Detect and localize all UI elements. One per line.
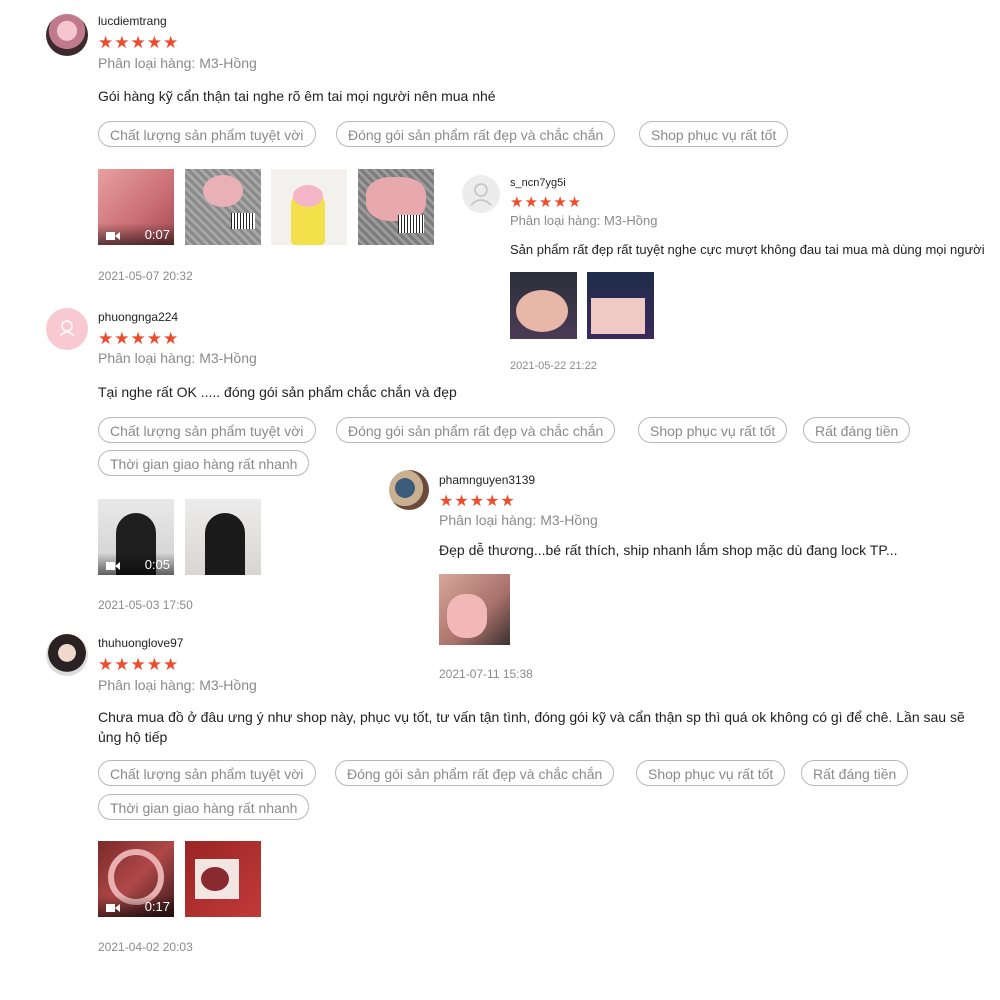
review-tag: Chất lượng sản phẩm tuyệt vời: [98, 760, 316, 786]
avatar-logo-icon: [59, 320, 75, 337]
review-image-thumbnail[interactable]: [185, 841, 261, 917]
headphone-shape: [201, 867, 229, 891]
review-video-thumbnail[interactable]: 0:05: [98, 499, 174, 575]
avatar[interactable]: [46, 14, 88, 56]
review-tag: Thời gian giao hàng rất nhanh: [98, 450, 310, 476]
review-username[interactable]: phuongnga224: [98, 310, 178, 324]
video-camera-icon: [106, 232, 120, 240]
person-shape: [205, 513, 245, 575]
default-user-icon: [470, 183, 492, 206]
avatar[interactable]: [389, 470, 429, 510]
review-tag: Đóng gói sản phẩm rất đẹp và chắc chắn: [336, 417, 616, 443]
variant-label: Phân loại hàng: M3-Hồng: [510, 213, 658, 228]
review-video-thumbnail[interactable]: 0:17: [98, 841, 174, 917]
review-tag: Shop phục vụ rất tốt: [638, 417, 788, 443]
review-date: 2021-04-02 20:03: [98, 940, 193, 954]
review-comment: Tại nghe rất OK ..... đóng gói sản phẩm …: [98, 384, 457, 400]
video-duration: 0:17: [144, 899, 170, 914]
avatar[interactable]: [462, 175, 500, 213]
variant-label: Phân loại hàng: M3-Hồng: [98, 55, 257, 71]
review-username[interactable]: phamnguyen3139: [439, 473, 535, 487]
review-tag: Rất đáng tiền: [801, 760, 909, 786]
avatar[interactable]: [46, 308, 88, 350]
review-image-thumbnail[interactable]: [271, 169, 347, 245]
review-tag: Chất lượng sản phẩm tuyệt vời: [98, 121, 316, 147]
star-rating: ★★★★★: [98, 329, 180, 348]
review-video-thumbnail[interactable]: 0:07: [98, 169, 174, 245]
variant-label: Phân loại hàng: M3-Hồng: [439, 512, 598, 528]
review-comment: Sản phẩm rất đẹp rất tuyệt nghe cực mượt…: [510, 242, 985, 257]
review-image-thumbnail[interactable]: [439, 574, 510, 645]
review-image-thumbnail[interactable]: [510, 272, 577, 339]
headphone-shape: [293, 185, 323, 207]
barcode-shape: [398, 215, 424, 233]
review-image-thumbnail[interactable]: [185, 169, 261, 245]
review-comment: Gói hàng kỹ cẩn thận tai nghe rõ êm tai …: [98, 88, 496, 104]
review-tag: Shop phục vụ rất tốt: [639, 121, 789, 147]
review-tag: Thời gian giao hàng rất nhanh: [98, 794, 310, 820]
review-date: 2021-05-03 17:50: [98, 598, 193, 612]
review-comment: Chưa mua đồ ở đâu ưng ý như shop này, ph…: [98, 709, 965, 745]
variant-label: Phân loại hàng: M3-Hồng: [98, 350, 257, 366]
star-rating: ★★★★★: [439, 493, 516, 510]
review-username[interactable]: thuhuonglove97: [98, 636, 183, 650]
star-rating: ★★★★★: [510, 194, 583, 211]
barcode-shape: [231, 213, 255, 229]
video-duration: 0:05: [144, 557, 170, 572]
review-date: 2021-05-22 21:22: [510, 360, 597, 372]
review-username[interactable]: s_ncn7yg5i: [510, 177, 566, 189]
product-image-shape: [203, 175, 243, 207]
video-camera-icon: [106, 562, 120, 570]
review-tag: Rất đáng tiền: [803, 417, 911, 443]
box-shape: [591, 298, 645, 334]
video-camera-icon: [106, 904, 120, 912]
child-image-shape: [447, 594, 487, 638]
review-tag: Shop phục vụ rất tốt: [636, 760, 786, 786]
headphone-shape: [516, 290, 568, 332]
review-image-thumbnail[interactable]: [587, 272, 654, 339]
avatar[interactable]: [46, 634, 88, 676]
review-date: 2021-07-11 15:38: [439, 667, 533, 681]
star-rating: ★★★★★: [98, 33, 180, 52]
review-image-thumbnail[interactable]: [185, 499, 261, 575]
star-rating: ★★★★★: [98, 655, 180, 674]
variant-label: Phân loại hàng: M3-Hồng: [98, 677, 257, 693]
review-username[interactable]: lucdiemtrang: [98, 14, 167, 28]
review-date: 2021-05-07 20:32: [98, 269, 193, 283]
video-duration: 0:07: [144, 227, 170, 242]
review-tag: Đóng gói sản phẩm rất đẹp và chắc chắn: [336, 121, 616, 147]
review-image-thumbnail[interactable]: [358, 169, 434, 245]
review-tag: Đóng gói sản phẩm rất đẹp và chắc chắn: [335, 760, 615, 786]
review-comment: Đẹp dễ thương...bé rất thích, ship nhanh…: [439, 542, 898, 558]
review-tag: Chất lượng sản phẩm tuyệt vời: [98, 417, 316, 443]
